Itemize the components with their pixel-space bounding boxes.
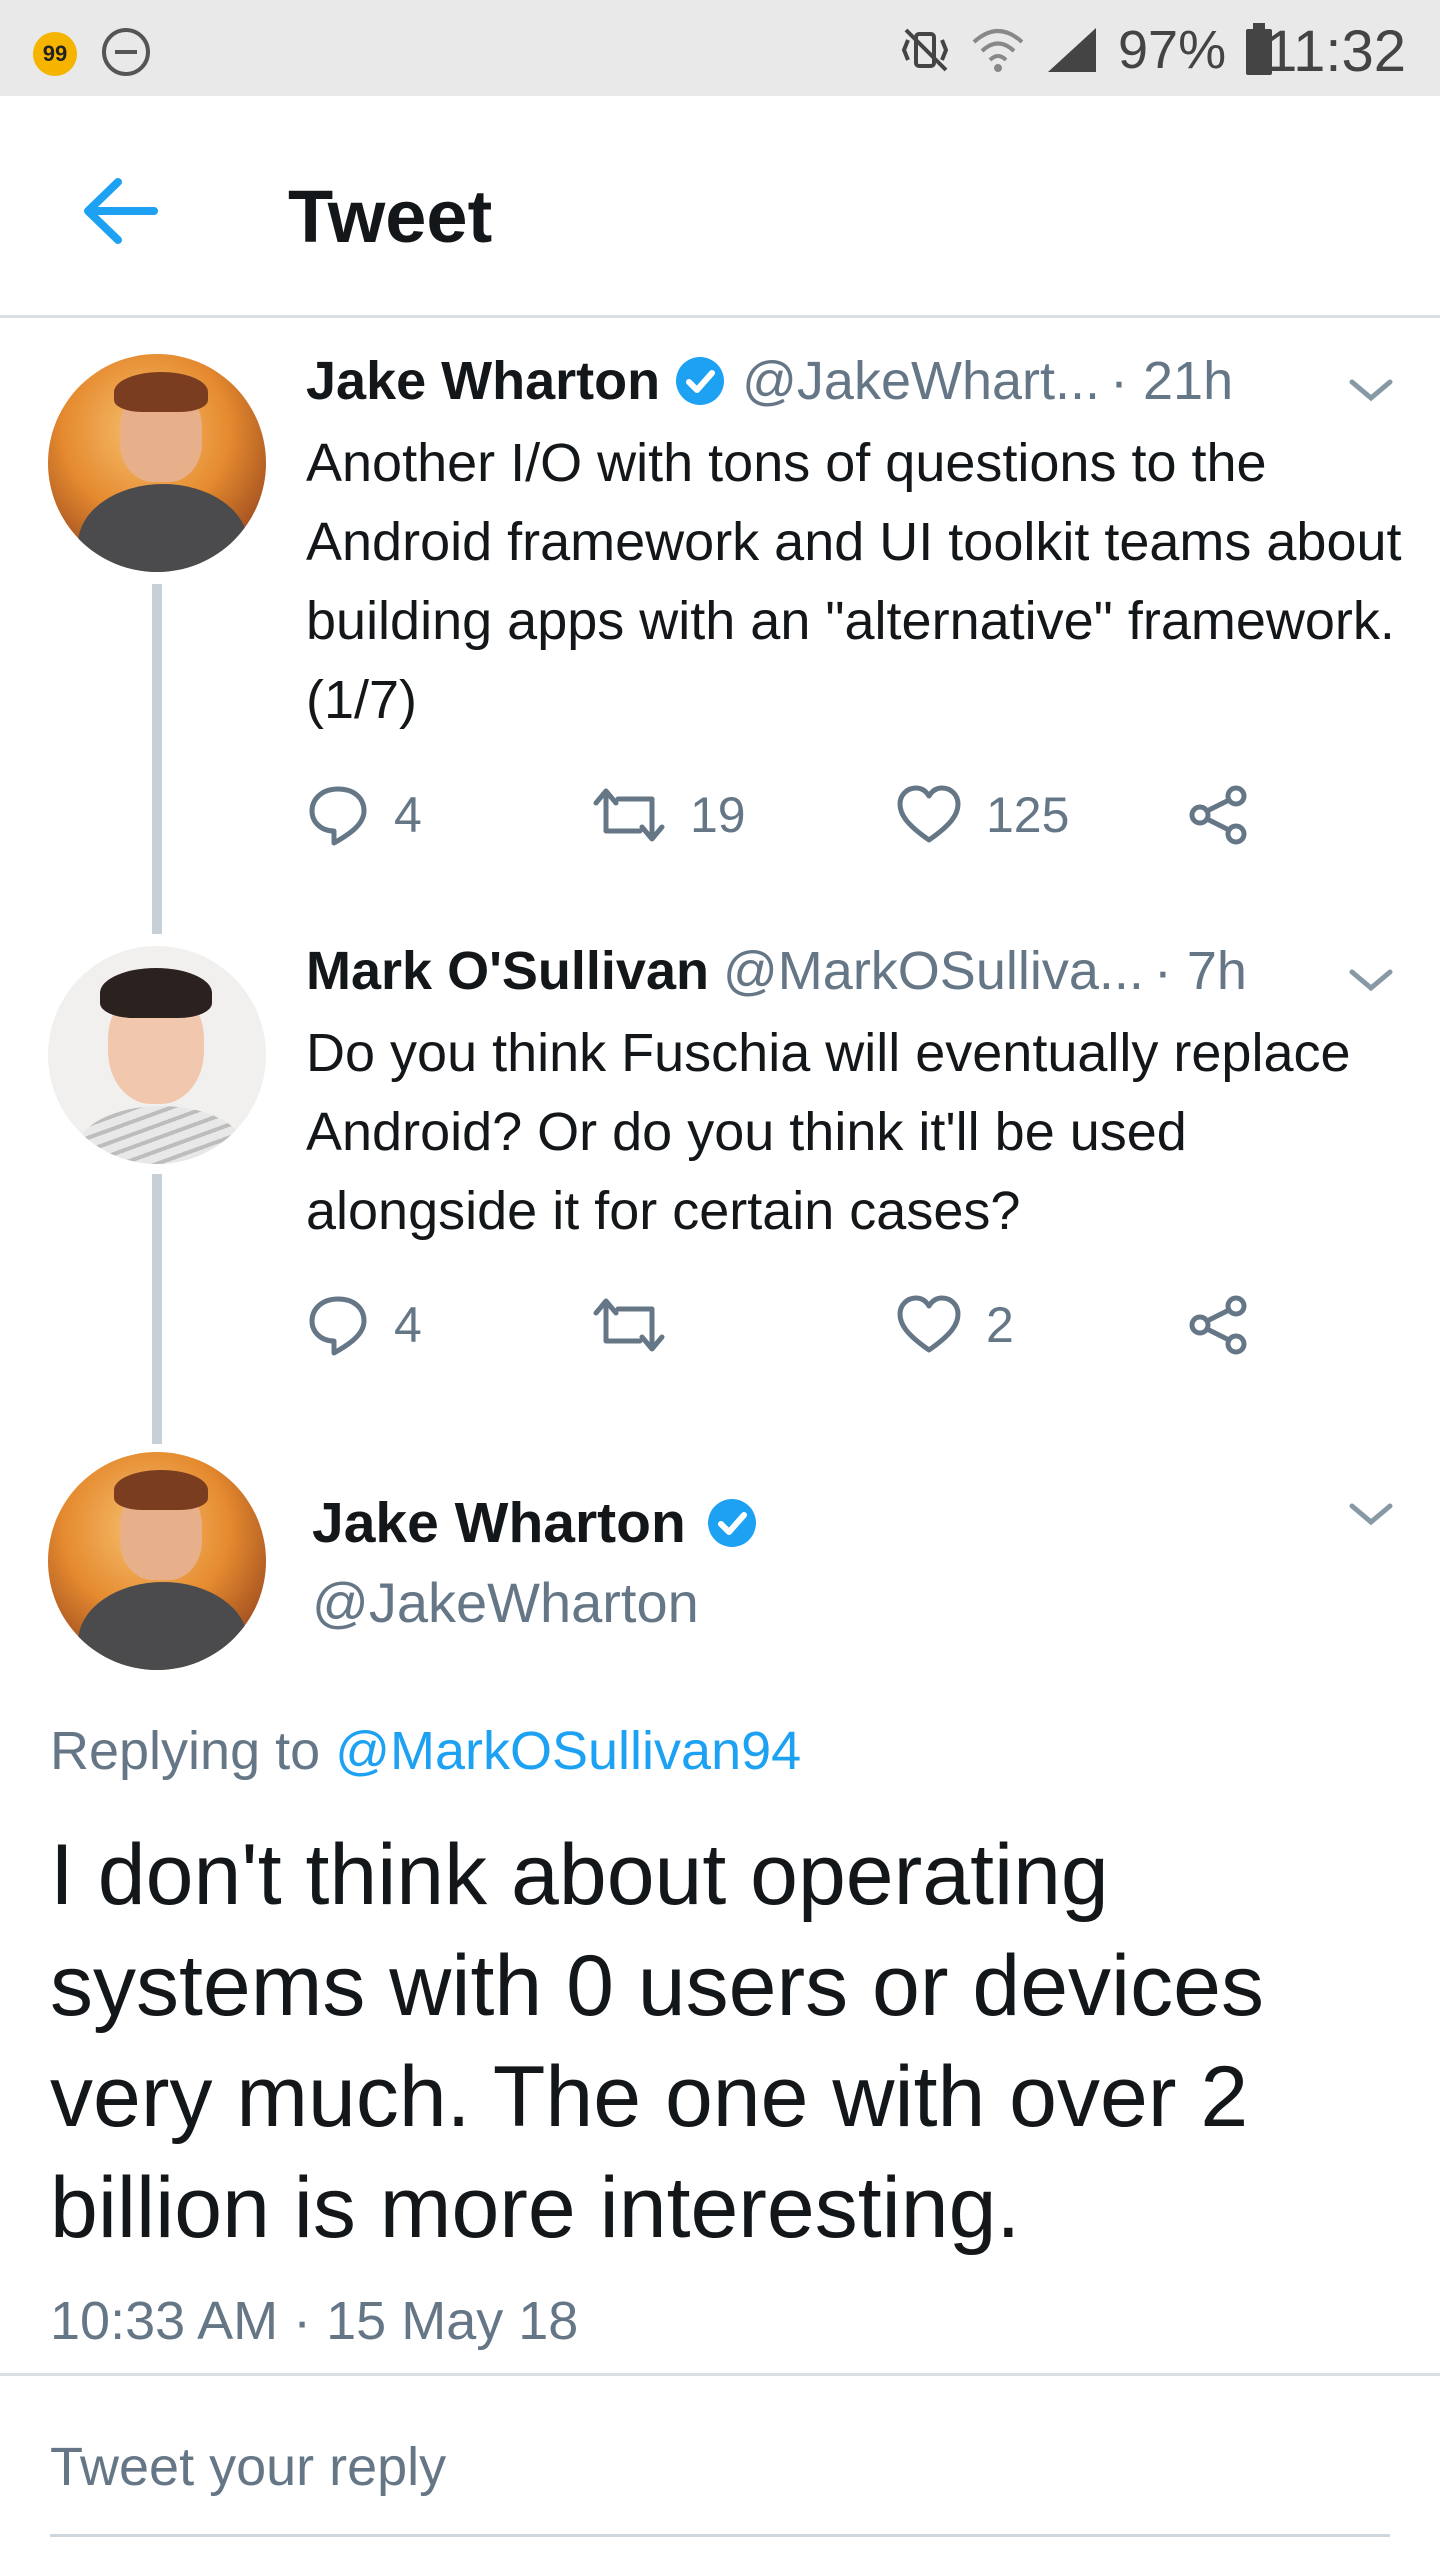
tweet-header: Mark O'Sullivan @MarkOSulliva... · 7h [306,940,1247,1002]
app-bar: Tweet [0,96,1440,318]
author-handle[interactable]: @JakeWhart... [742,350,1100,412]
reply-input[interactable]: Tweet your reply [50,2436,446,2498]
mute-vibrate-icon [900,24,952,76]
avatar[interactable] [48,1452,266,1670]
tweet-time: · 7h [1153,941,1247,1001]
tweet-time: · 21h [1110,351,1234,411]
like-count: 125 [986,787,1070,843]
chevron-down-icon[interactable] [1346,964,1396,994]
reply-button[interactable]: 4 [306,1290,422,1360]
retweet-button[interactable] [592,1290,690,1360]
tweet-actions: 4 2 [306,1290,1306,1360]
tweet-text: Do you think Fuschia will eventually rep… [306,1023,1351,1241]
tweet-header: Jake Wharton @JakeWhart... · 21h [306,350,1233,412]
do-not-disturb-icon [102,28,150,76]
avatar[interactable] [48,946,266,1164]
page-title: Tweet [288,175,493,258]
retweet-icon [593,1298,665,1352]
reply-input-underline [50,2534,1390,2537]
avatar[interactable] [48,354,266,572]
reply-count: 4 [394,787,422,843]
retweet-button[interactable]: 19 [592,780,746,850]
clock: 11:32 [1265,19,1406,84]
retweet-icon [593,788,665,842]
share-button[interactable] [1186,1290,1252,1360]
retweet-count: 19 [690,787,746,843]
reply-icon [309,1296,367,1356]
reply-button[interactable]: 4 [306,780,422,850]
divider [0,2373,1440,2376]
reply-count: 4 [394,1297,422,1353]
signal-icon [1044,24,1100,76]
author-name[interactable]: Jake Wharton [306,350,660,412]
verified-badge-icon [676,357,725,405]
share-icon [1189,1295,1247,1355]
tweet-timestamp: 10:33 AM · 15 May 18 [50,2291,579,2351]
battery-percent: 97% [1118,20,1227,80]
replying-label: Replying to [50,1721,321,1781]
replying-to: Replying to @MarkOSullivan94 [50,1720,801,1782]
heart-icon [897,1295,961,1353]
author-name[interactable]: Jake Wharton [312,1490,686,1556]
chevron-down-icon[interactable] [1346,1498,1396,1528]
reply-icon [309,786,367,846]
like-count: 2 [986,1297,1014,1353]
arrow-left-icon [84,178,158,244]
notification-badge-icon: 99 [33,32,77,76]
main-tweet-author: Jake Wharton [312,1490,760,1556]
tweet-text: Another I/O with tons of questions to th… [306,433,1402,730]
status-bar: 99 97% 11:32 [0,0,1440,96]
author-name[interactable]: Mark O'Sullivan [306,940,709,1002]
verified-badge-icon [707,1499,756,1547]
like-button[interactable]: 125 [896,780,1069,850]
author-handle[interactable]: @JakeWharton [312,1570,699,1635]
thread-connector [152,584,162,934]
heart-icon [897,785,961,843]
share-icon [1189,785,1247,845]
mention-link[interactable]: @MarkOSullivan94 [335,1721,801,1781]
tweet-actions: 4 19 125 [306,780,1306,850]
main-tweet-text: I don't think about operating systems wi… [50,1827,1264,2256]
like-button[interactable]: 2 [896,1290,1014,1360]
chevron-down-icon[interactable] [1346,374,1396,404]
back-button[interactable] [76,166,166,256]
status-icons: 97% [900,20,1274,80]
thread-connector [152,1174,162,1444]
author-handle[interactable]: @MarkOSulliva... [723,940,1144,1002]
share-button[interactable] [1186,780,1252,850]
wifi-icon [970,24,1026,76]
